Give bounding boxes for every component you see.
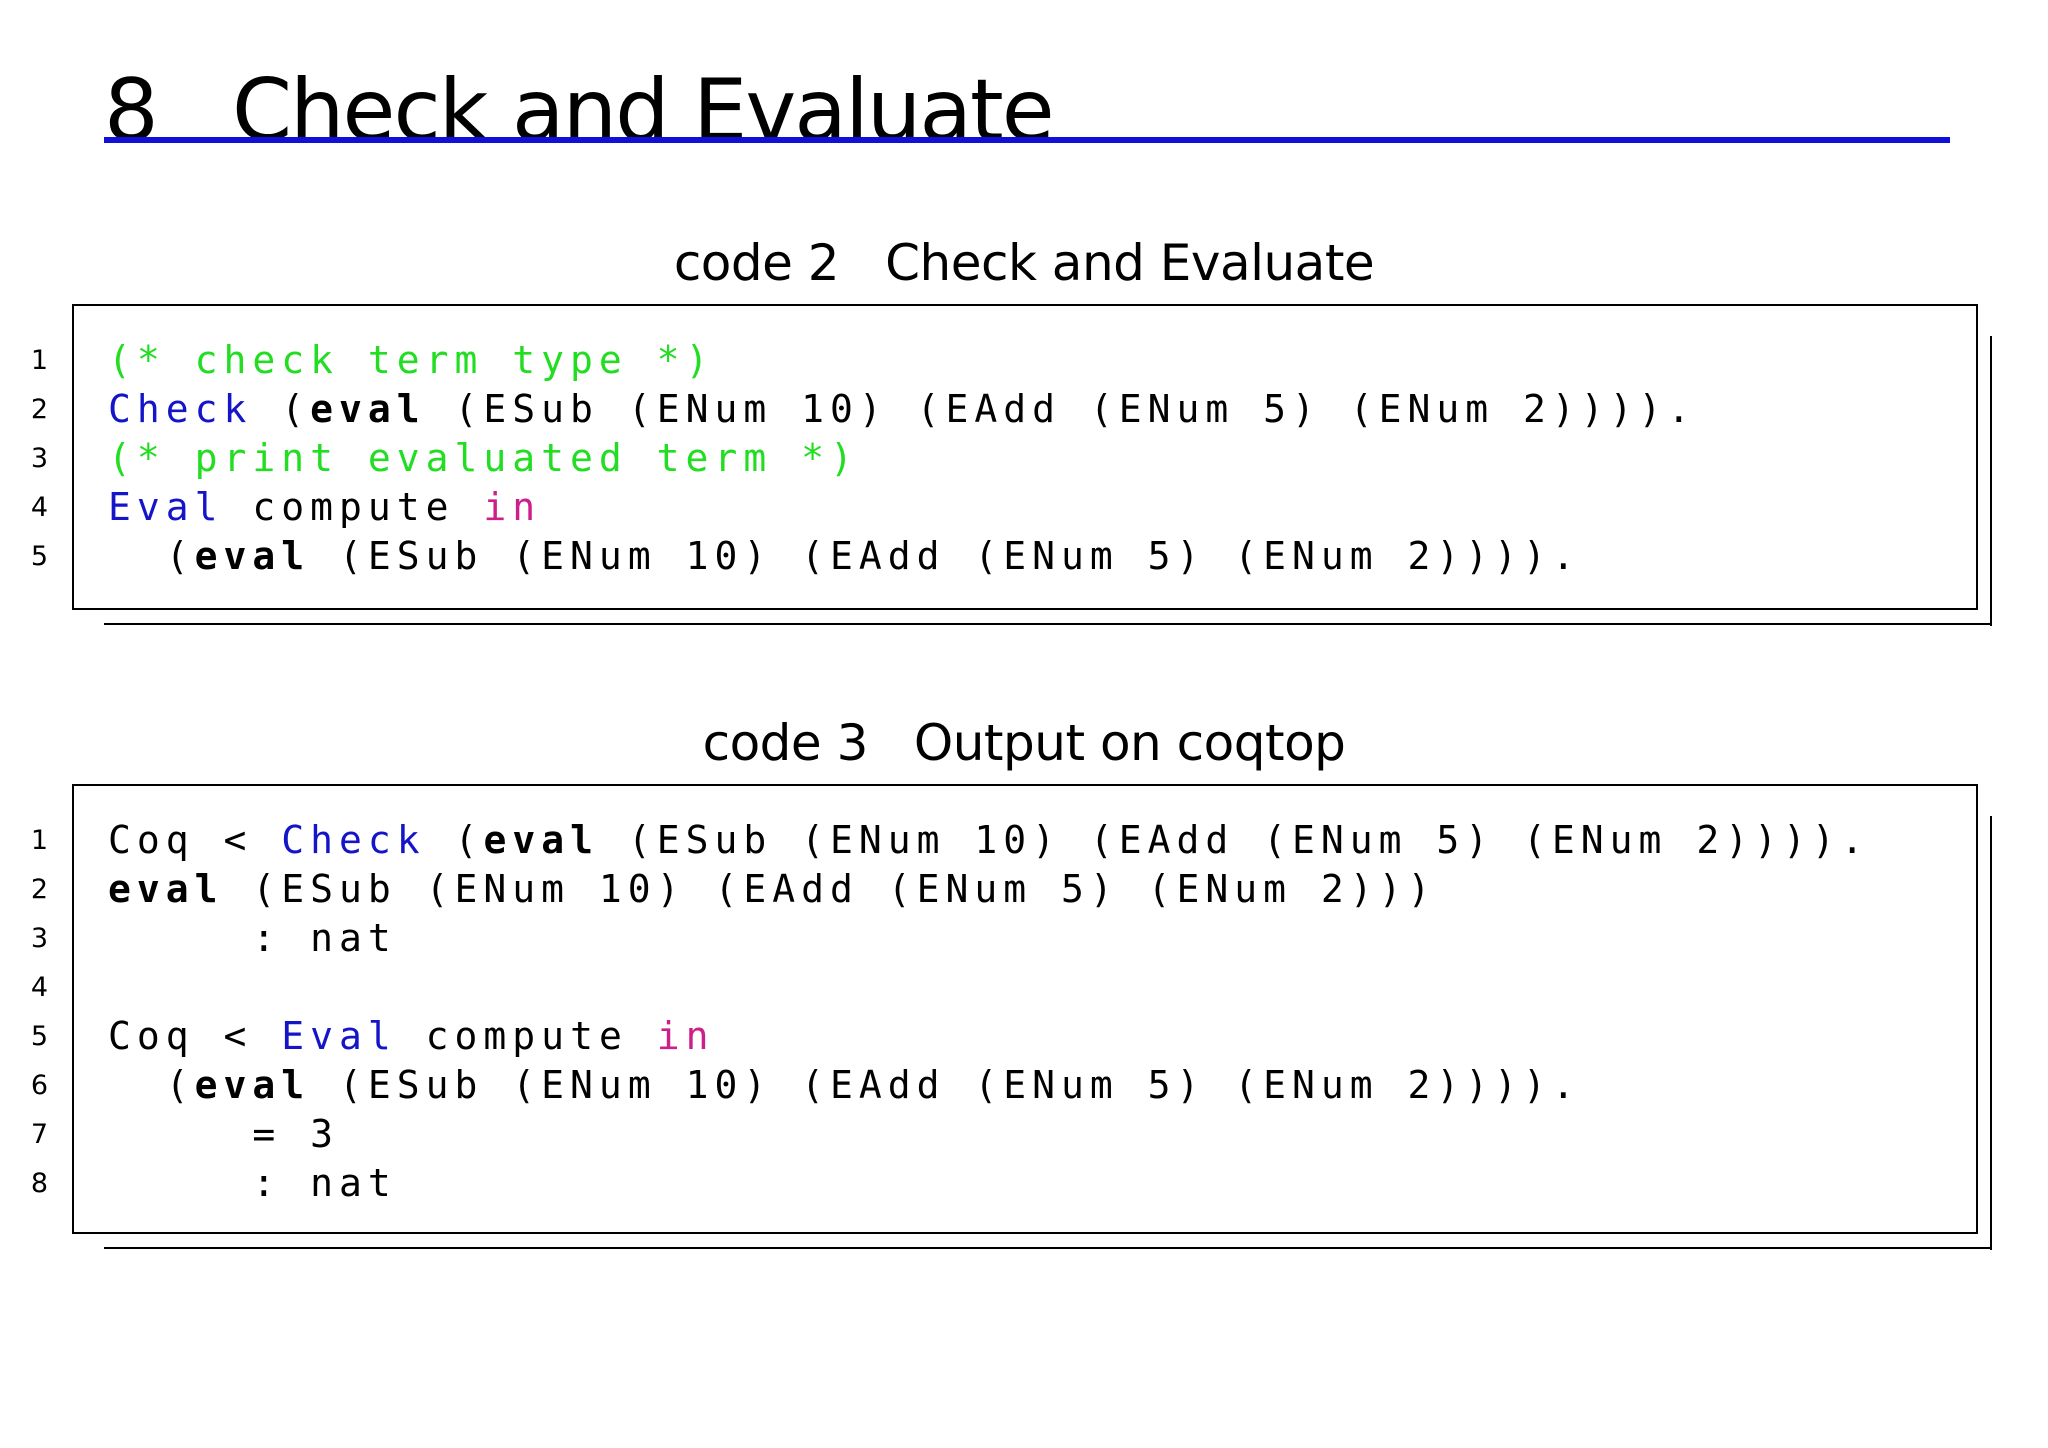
listing-shadow-bottom xyxy=(104,1247,1992,1249)
code-token-keyword2: in xyxy=(483,485,542,529)
listing-shadow-bottom xyxy=(104,623,1992,625)
code-token-plain: ( xyxy=(425,818,484,862)
code-line: Coq < Check (eval (ESub (ENum 10) (EAdd … xyxy=(108,816,1870,865)
line-number: 1 xyxy=(30,825,48,856)
code-token-plain: ( xyxy=(108,1063,195,1107)
listing-caption-code-3: code 3 Output on coqtop xyxy=(0,713,2048,773)
listing-shadow-right xyxy=(1990,816,1992,1250)
code-token-plain: (ESub (ENum 10) (EAdd (ENum 5) (ENum 2))… xyxy=(425,387,1697,431)
line-number: 5 xyxy=(30,1021,48,1052)
code-token-bold: eval xyxy=(108,867,224,911)
code-token-keyword: Eval xyxy=(108,485,224,529)
code-token-keyword2: in xyxy=(656,1014,715,1058)
code-line: (eval (ESub (ENum 10) (EAdd (ENum 5) (EN… xyxy=(108,1061,1581,1110)
caption-label: code 2 xyxy=(673,234,840,292)
code-token-plain: ( xyxy=(252,387,311,431)
code-line: : nat xyxy=(108,914,397,963)
line-number: 7 xyxy=(30,1119,48,1150)
section-heading: 8 Check and Evaluate xyxy=(104,56,1950,161)
code-line: Eval compute in xyxy=(108,483,541,532)
line-number: 5 xyxy=(30,541,48,572)
code-token-plain: ( xyxy=(108,534,195,578)
code-token-plain: Coq < xyxy=(108,818,282,862)
code-line: Coq < Eval compute in xyxy=(108,1012,714,1061)
code-line: (* print evaluated term *) xyxy=(108,434,859,483)
line-number: 8 xyxy=(30,1168,48,1199)
line-number: 3 xyxy=(30,923,48,954)
caption-title: Check and Evaluate xyxy=(885,234,1375,292)
code-line: (eval (ESub (ENum 10) (EAdd (ENum 5) (EN… xyxy=(108,532,1581,581)
code-token-comment: (* check term type *) xyxy=(108,338,715,382)
code-line: (* check term type *) xyxy=(108,336,714,385)
code-token-keyword: Eval xyxy=(281,1014,397,1058)
line-number: 1 xyxy=(30,345,48,376)
code-token-plain: (ESub (ENum 10) (EAdd (ENum 5) (ENum 2))… xyxy=(598,818,1870,862)
code-token-plain: Coq < xyxy=(108,1014,282,1058)
code-line: = 3 xyxy=(108,1110,339,1159)
code-token-keyword: Check xyxy=(281,818,426,862)
line-number: 6 xyxy=(30,1070,48,1101)
line-number: 2 xyxy=(30,394,48,425)
code-token-plain: compute xyxy=(223,485,484,529)
line-number: 4 xyxy=(30,972,48,1003)
line-number: 3 xyxy=(30,443,48,474)
code-token-plain: = 3 xyxy=(108,1112,340,1156)
code-line: eval (ESub (ENum 10) (EAdd (ENum 5) (ENu… xyxy=(108,865,1436,914)
caption-label: code 3 xyxy=(702,714,869,772)
code-token-keyword: Check xyxy=(108,387,253,431)
code-line: : nat xyxy=(108,1159,397,1208)
code-token-bold: eval xyxy=(310,387,426,431)
section-number: 8 xyxy=(104,61,159,161)
code-token-plain: (ESub (ENum 10) (EAdd (ENum 5) (ENum 2))… xyxy=(223,867,1437,911)
code-token-bold: eval xyxy=(194,1063,311,1107)
section-title: Check and Evaluate xyxy=(232,61,1055,161)
code-token-bold: eval xyxy=(194,534,311,578)
code-token-plain: compute xyxy=(396,1014,657,1058)
code-token-comment: (* print evaluated term *) xyxy=(108,436,859,480)
code-token-plain: : nat xyxy=(108,916,397,960)
listing-caption-code-2: code 2 Check and Evaluate xyxy=(0,233,2048,293)
code-token-plain: (ESub (ENum 10) (EAdd (ENum 5) (ENum 2))… xyxy=(310,534,1581,578)
caption-title: Output on coqtop xyxy=(913,714,1346,772)
line-number: 2 xyxy=(30,874,48,905)
section-rule xyxy=(104,137,1950,143)
code-token-bold: eval xyxy=(483,818,599,862)
code-line: Check (eval (ESub (ENum 10) (EAdd (ENum … xyxy=(108,385,1696,434)
code-token-plain: : nat xyxy=(108,1161,397,1205)
line-number: 4 xyxy=(30,492,48,523)
code-token-plain: (ESub (ENum 10) (EAdd (ENum 5) (ENum 2))… xyxy=(310,1063,1581,1107)
listing-shadow-right xyxy=(1990,336,1992,626)
